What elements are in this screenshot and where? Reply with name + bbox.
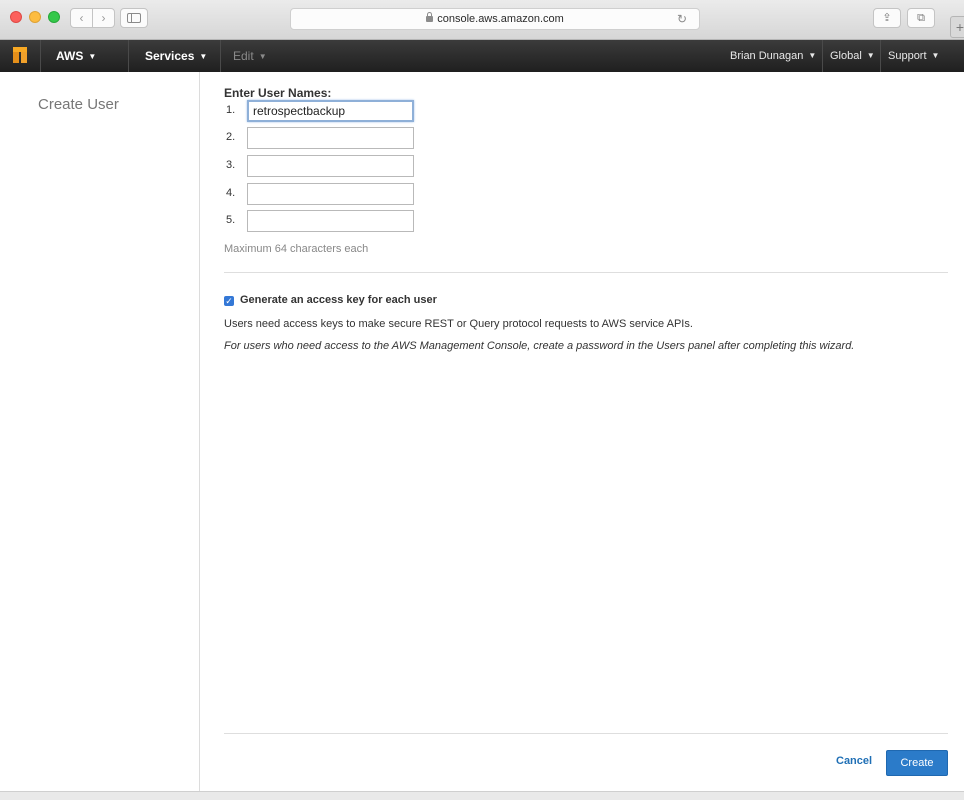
region-menu-label: Global (830, 50, 862, 62)
section-divider (224, 272, 948, 273)
tabs-icon: ⧉ (917, 12, 925, 24)
caret-down-icon: ▼ (199, 52, 208, 61)
nav-divider (40, 40, 41, 72)
user-names-label: Enter User Names: (224, 86, 332, 100)
url-text: console.aws.amazon.com (437, 13, 564, 25)
lock-icon (426, 12, 434, 22)
zoom-window-button[interactable] (48, 11, 60, 23)
user-menu-label: Brian Dunagan (730, 50, 804, 62)
user-menu[interactable]: Brian Dunagan ▼ (730, 40, 816, 72)
chevron-left-icon: ‹ (79, 11, 84, 25)
show-tabs-button[interactable]: ⧉ (907, 8, 935, 28)
generate-access-key-checkbox[interactable]: ✓ (224, 296, 234, 306)
caret-down-icon: ▼ (258, 52, 267, 61)
aws-menu-label: AWS (56, 49, 84, 63)
aws-cube-logo-icon[interactable] (13, 47, 27, 63)
edit-menu-label: Edit (233, 49, 254, 63)
console-password-note: For users who need access to the AWS Man… (224, 340, 855, 352)
nav-divider (128, 40, 129, 72)
sidebar-toggle-button[interactable] (120, 8, 148, 28)
access-key-description: Users need access keys to make secure RE… (224, 318, 693, 330)
new-tab-button[interactable]: + (950, 16, 964, 38)
generate-access-key-label[interactable]: Generate an access key for each user (240, 294, 437, 306)
nav-divider (220, 40, 221, 72)
support-menu[interactable]: Support ▼ (888, 40, 939, 72)
user-name-input-2[interactable] (247, 127, 414, 149)
wizard-sidebar: Create User (0, 72, 200, 800)
row-number: 5. (226, 214, 236, 226)
create-button[interactable]: Create (886, 750, 948, 776)
nav-divider (822, 40, 823, 72)
share-icon: ⇪ (882, 12, 892, 24)
aws-navbar: AWS ▼ Services ▼ Edit ▼ Brian Dunagan ▼ Glob… (0, 40, 964, 72)
region-menu[interactable]: Global ▼ (830, 40, 875, 72)
cancel-button[interactable]: Cancel (836, 755, 872, 767)
max-length-hint: Maximum 64 characters each (224, 243, 369, 255)
window-bottom-edge (0, 791, 964, 800)
footer-divider (224, 733, 948, 734)
minimize-window-button[interactable] (29, 11, 41, 23)
caret-down-icon: ▼ (931, 51, 940, 60)
back-button[interactable]: ‹ (70, 8, 93, 28)
chevron-right-icon: › (101, 11, 106, 25)
services-menu-label: Services (145, 49, 195, 63)
nav-divider (880, 40, 881, 72)
aws-menu[interactable]: AWS ▼ (56, 40, 96, 72)
forward-button[interactable]: › (92, 8, 115, 28)
reload-icon[interactable]: ↻ (677, 9, 687, 29)
user-name-input-4[interactable] (247, 183, 414, 205)
caret-down-icon: ▼ (808, 51, 817, 60)
share-button[interactable]: ⇪ (873, 8, 901, 28)
row-number: 3. (226, 159, 236, 171)
row-number: 4. (226, 187, 236, 199)
caret-down-icon: ▼ (866, 51, 875, 60)
browser-toolbar: ‹ › console.aws.amazon.com ↻ ⇪ ⧉ + (0, 0, 964, 40)
user-name-input-5[interactable] (247, 210, 414, 232)
page-title: Create User (38, 96, 119, 113)
close-window-button[interactable] (10, 11, 22, 23)
caret-down-icon: ▼ (88, 52, 97, 61)
row-number: 2. (226, 131, 236, 143)
user-name-input-3[interactable] (247, 155, 414, 177)
edit-menu[interactable]: Edit ▼ (233, 40, 267, 72)
address-bar[interactable]: console.aws.amazon.com ↻ (290, 8, 700, 30)
sidebar-icon (127, 13, 141, 23)
row-number: 1. (226, 104, 236, 116)
services-menu[interactable]: Services ▼ (145, 40, 207, 72)
user-name-input-1[interactable] (247, 100, 414, 122)
plus-icon: + (955, 19, 964, 35)
support-menu-label: Support (888, 50, 927, 62)
